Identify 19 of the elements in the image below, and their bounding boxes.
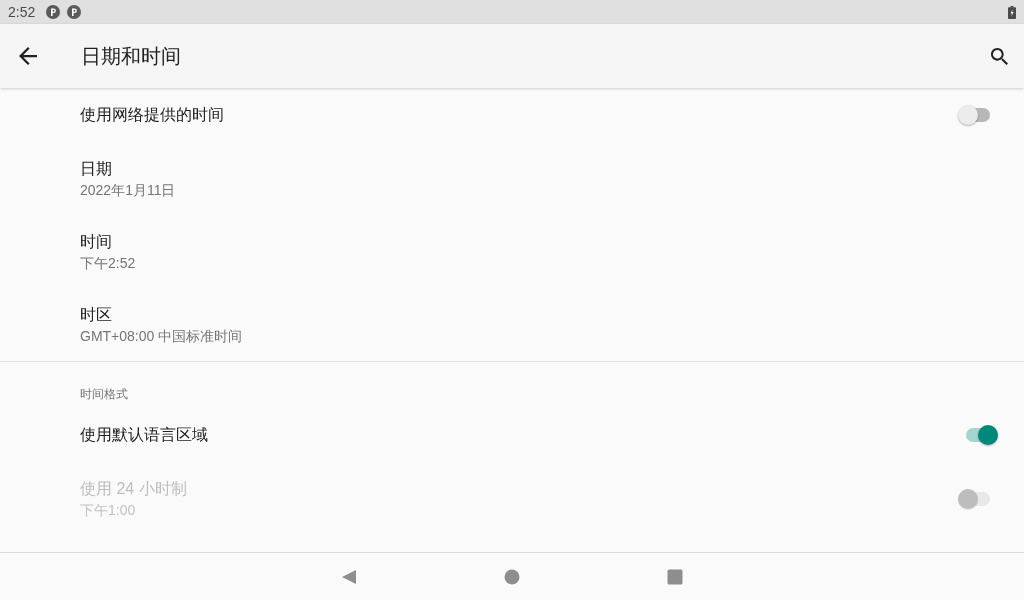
setting-title[interactable]: 时间 (80, 230, 112, 253)
setting-title[interactable]: 使用网络提供的时间 (80, 104, 224, 126)
setting-title[interactable]: 日期 (80, 157, 112, 180)
page-title: 日期和时间 (81, 43, 182, 69)
setting-title[interactable]: 时区 (80, 303, 112, 326)
setting-summary: 下午2:52 (80, 253, 136, 273)
setting-title[interactable]: 使用默认语言区域 (80, 424, 208, 446)
home-icon[interactable] (504, 568, 520, 585)
battery-charging-icon (1008, 5, 1016, 19)
search-icon[interactable] (991, 47, 1008, 65)
back-icon[interactable] (341, 568, 357, 585)
notification-icon (67, 5, 82, 19)
section-header: 时间格式 (80, 386, 128, 403)
back-arrow-icon[interactable] (19, 47, 37, 65)
status-time: 2:52 (8, 4, 36, 20)
setting-summary: 2022年1月11日 (80, 180, 176, 200)
setting-summary: GMT+08:00 中国标准时间 (80, 326, 243, 346)
recents-icon[interactable] (667, 568, 683, 585)
notification-icon (46, 5, 61, 19)
